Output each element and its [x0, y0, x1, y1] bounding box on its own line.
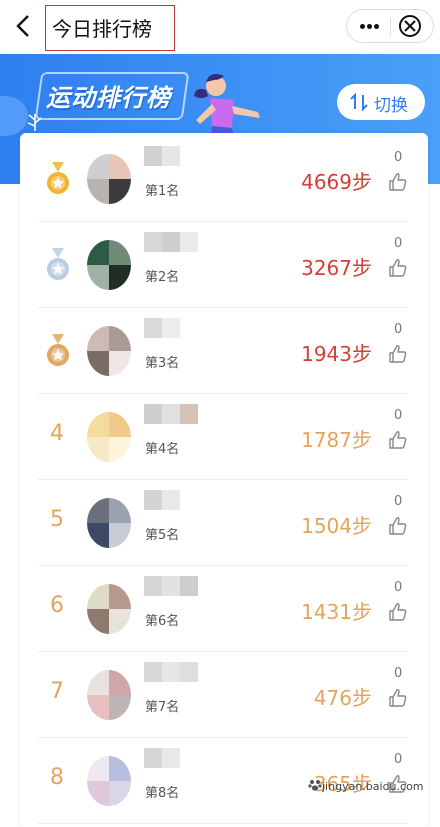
step-count: 476步 — [313, 686, 372, 710]
swap-arrows-icon — [350, 93, 368, 111]
thumbs-up-icon[interactable] — [388, 516, 408, 536]
blurred-username — [144, 490, 214, 510]
step-count: 3267步 — [301, 256, 372, 280]
like-count: 0 — [394, 494, 403, 509]
close-button[interactable] — [399, 15, 421, 37]
top-nav-bar: 今日排行榜 — [0, 0, 440, 54]
chevron-left-icon — [16, 15, 29, 37]
like-count: 0 — [394, 408, 403, 423]
like-count: 0 — [394, 150, 403, 165]
thumbs-up-icon[interactable] — [388, 344, 408, 364]
ranking-list: 第1名 4669步 0 第2名 3267步 0 第3名 1943步 0 4 第4… — [20, 133, 428, 827]
avatar — [87, 154, 131, 204]
like-count: 0 — [394, 752, 403, 767]
mini-program-capsule — [346, 9, 434, 43]
step-count: 1943步 — [301, 342, 372, 366]
like-count: 0 — [394, 580, 403, 595]
ranking-row: 6 第6名 1431步 0 — [20, 566, 428, 652]
baidu-paw-icon — [308, 780, 322, 791]
page-title: 今日排行榜 — [52, 17, 152, 41]
place-label: 第3名 — [145, 356, 180, 371]
blurred-username — [144, 576, 214, 596]
avatar — [87, 412, 131, 462]
step-count: 1431步 — [301, 600, 372, 624]
avatar — [87, 326, 131, 376]
thumbs-up-icon[interactable] — [388, 430, 408, 450]
like-count: 0 — [394, 666, 403, 681]
place-label: 第7名 — [145, 700, 180, 715]
back-button[interactable] — [8, 10, 40, 42]
bronze-medal-icon — [47, 334, 69, 366]
place-label: 第2名 — [145, 270, 180, 285]
blurred-username — [144, 662, 214, 682]
ranking-row: 第2名 3267步 0 — [20, 222, 428, 308]
blurred-username — [144, 232, 214, 252]
ranking-row: 第3名 1943步 0 — [20, 308, 428, 394]
avatar — [87, 670, 131, 720]
thumbs-up-icon[interactable] — [388, 258, 408, 278]
ranking-row: 5 第5名 1504步 0 — [20, 480, 428, 566]
blurred-username — [144, 748, 214, 768]
blurred-username — [144, 146, 214, 166]
rank-number: 8 — [50, 765, 64, 790]
rank-number: 7 — [50, 679, 64, 704]
thumbs-up-icon[interactable] — [388, 602, 408, 622]
place-label: 第5名 — [145, 528, 180, 543]
like-count: 0 — [394, 236, 403, 251]
gold-medal-icon — [47, 162, 69, 194]
silver-medal-icon — [47, 248, 69, 280]
rank-number: 5 — [50, 507, 64, 532]
thumbs-up-icon[interactable] — [388, 688, 408, 708]
close-circle-icon — [404, 20, 416, 32]
place-label: 第8名 — [145, 786, 180, 801]
step-count: 1787步 — [301, 428, 372, 452]
place-label: 第4名 — [145, 442, 180, 457]
ranking-row: 4 第4名 1787步 0 — [20, 394, 428, 480]
like-count: 0 — [394, 322, 403, 337]
avatar — [87, 584, 131, 634]
blurred-username — [144, 404, 214, 424]
step-count: 4669步 — [301, 170, 372, 194]
blurred-username — [144, 318, 214, 338]
switch-label: 切换 — [374, 96, 408, 116]
rank-number: 6 — [50, 593, 64, 618]
ranking-row: 第1名 4669步 0 — [20, 136, 428, 222]
row-divider — [38, 823, 408, 824]
more-button[interactable] — [349, 10, 389, 42]
avatar — [87, 498, 131, 548]
ranking-row: 7 第7名 476步 0 — [20, 652, 428, 738]
thumbs-up-icon[interactable] — [388, 172, 408, 192]
avatar — [87, 240, 131, 290]
banner-title: 运动排行榜 — [46, 84, 171, 112]
avatar — [87, 756, 131, 806]
rank-number: 4 — [50, 421, 64, 446]
capsule-divider — [390, 18, 391, 36]
place-label: 第1名 — [145, 184, 180, 199]
step-count: 1504步 — [301, 514, 372, 538]
switch-button[interactable]: 切换 — [337, 84, 425, 120]
place-label: 第6名 — [145, 614, 180, 629]
watermark: jingyan.baidu.com — [322, 780, 424, 793]
